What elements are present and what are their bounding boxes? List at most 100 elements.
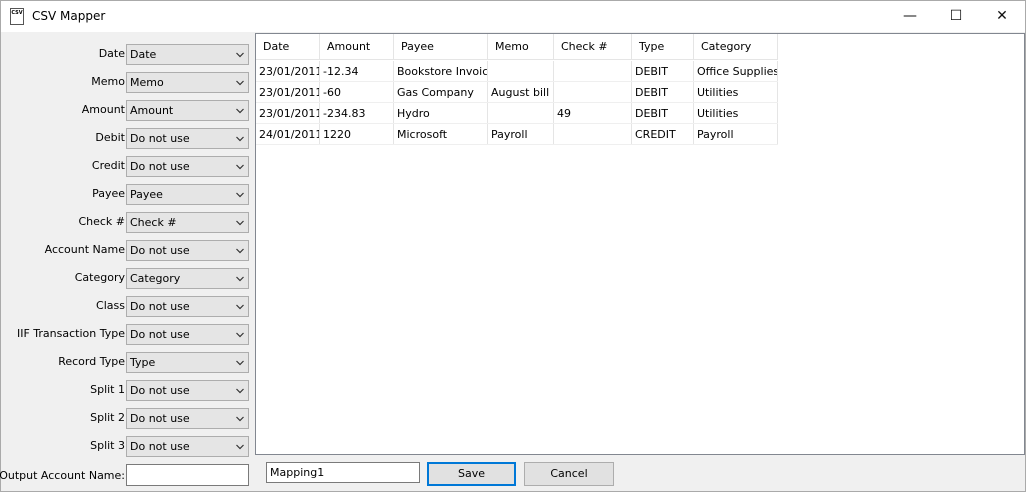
chevron-down-icon [236,108,244,114]
mapping-dropdown-value: Do not use [130,160,190,173]
chevron-down-icon [236,416,244,422]
mapping-dropdown[interactable]: Amount [126,100,249,121]
mapping-label: Payee [92,187,125,200]
output-account-input[interactable] [126,464,249,486]
chevron-down-icon [236,304,244,310]
mapping-label: Record Type [58,355,125,368]
csv-preview-grid[interactable]: Date Amount Payee Memo Check # Type Category 2… [255,33,1025,455]
column-header[interactable]: Memo [488,34,554,59]
table-cell: Microsoft [394,124,488,144]
mapping-label: Account Name [44,243,125,256]
mapping-dropdown[interactable]: Do not use [126,324,249,345]
cancel-button[interactable]: Cancel [524,462,614,486]
mapping-dropdown[interactable]: Payee [126,184,249,205]
mapping-label: Debit [95,131,125,144]
table-cell: -12.34 [320,61,394,81]
table-cell [488,103,554,123]
mapping-dropdown-value: Do not use [130,440,190,453]
column-header[interactable]: Type [632,34,694,59]
grid-header: Date Amount Payee Memo Check # Type Category [256,34,778,60]
mapping-dropdown[interactable]: Do not use [126,240,249,261]
close-button[interactable]: ✕ [979,1,1025,32]
column-header[interactable]: Category [694,34,778,59]
mapping-dropdown[interactable]: Memo [126,72,249,93]
mapping-dropdown[interactable]: Check # [126,212,249,233]
table-row[interactable]: 23/01/2011 -234.83 Hydro 49 DEBIT Utilities [256,103,778,124]
table-cell: DEBIT [632,61,694,81]
mapping-row: IIF Transaction Type Do not use [4,324,253,345]
table-cell: Gas Company [394,82,488,102]
table-cell: Utilities [694,103,778,123]
csv-mapper-window: CSV CSV Mapper — ☐ ✕ Date Date Memo Memo Amo… [0,0,1026,492]
mapping-row: Memo Memo [4,72,253,93]
mapping-dropdown[interactable]: Do not use [126,380,249,401]
mapping-row: Debit Do not use [4,128,253,149]
table-cell: CREDIT [632,124,694,144]
mapping-dropdown[interactable]: Date [126,44,249,65]
minimize-button[interactable]: — [887,1,933,32]
mapping-dropdown-value: Memo [130,76,164,89]
title-bar[interactable]: CSV CSV Mapper — ☐ ✕ [1,1,1025,32]
table-row[interactable]: 24/01/2011 1220 Microsoft Payroll CREDIT Payr… [256,124,778,145]
mapping-row: Split 1 Do not use [4,380,253,401]
field-mapping-panel: Date Date Memo Memo Amount Amount Debit Do not … [4,34,253,490]
table-cell: 23/01/2011 [256,61,320,81]
mapping-dropdown[interactable]: Do not use [126,156,249,177]
mapping-label: Split 1 [90,383,125,396]
table-cell: Office Supplies [694,61,778,81]
table-cell: Payroll [694,124,778,144]
mapping-dropdown-value: Do not use [130,412,190,425]
table-cell: 1220 [320,124,394,144]
chevron-down-icon [236,360,244,366]
mapping-label: Split 2 [90,411,125,424]
table-cell: 49 [554,103,632,123]
column-header[interactable]: Date [256,34,320,59]
mapping-row: Split 2 Do not use [4,408,253,429]
chevron-down-icon [236,136,244,142]
mapping-dropdown[interactable]: Do not use [126,296,249,317]
column-header[interactable]: Check # [554,34,632,59]
table-cell: -234.83 [320,103,394,123]
mapping-dropdown-value: Check # [130,216,177,229]
mapping-label: Category [74,271,125,284]
mapping-dropdown[interactable]: Do not use [126,128,249,149]
mapping-label: Check # [78,215,125,228]
mapping-dropdown-value: Type [130,356,156,369]
mapping-label: IIF Transaction Type [16,327,125,340]
column-header[interactable]: Amount [320,34,394,59]
mapping-dropdown[interactable]: Type [126,352,249,373]
mapping-dropdown-value: Amount [130,104,174,117]
save-button[interactable]: Save [427,462,516,486]
mapping-dropdown-value: Category [130,272,181,285]
mapping-dropdown-value: Date [130,48,157,61]
table-cell: 24/01/2011 [256,124,320,144]
maximize-button[interactable]: ☐ [933,1,979,32]
mapping-dropdown[interactable]: Do not use [126,408,249,429]
chevron-down-icon [236,80,244,86]
column-header[interactable]: Payee [394,34,488,59]
table-cell [554,82,632,102]
chevron-down-icon [236,388,244,394]
table-cell: Utilities [694,82,778,102]
mapping-dropdown[interactable]: Category [126,268,249,289]
chevron-down-icon [236,276,244,282]
csv-file-icon: CSV [10,8,24,25]
output-account-row: Output Account Name: [0,464,253,486]
chevron-down-icon [236,52,244,58]
chevron-down-icon [236,248,244,254]
table-row[interactable]: 23/01/2011 -12.34 Bookstore Invoice DEBIT Of… [256,61,778,82]
table-cell: -60 [320,82,394,102]
mapping-dropdown[interactable]: Do not use [126,436,249,457]
mapping-row: Class Do not use [4,296,253,317]
table-cell: August bill [488,82,554,102]
mapping-dropdown-value: Do not use [130,132,190,145]
mapping-label: Amount [81,103,125,116]
mapping-dropdown-value: Do not use [130,300,190,313]
table-row[interactable]: 23/01/2011 -60 Gas Company August bill DEBIT… [256,82,778,103]
mapping-name-input[interactable] [266,462,420,483]
chevron-down-icon [236,332,244,338]
mapping-row: Amount Amount [4,100,253,121]
footer-bar: Save Cancel [255,457,1025,491]
mapping-label: Date [98,47,125,60]
chevron-down-icon [236,444,244,450]
